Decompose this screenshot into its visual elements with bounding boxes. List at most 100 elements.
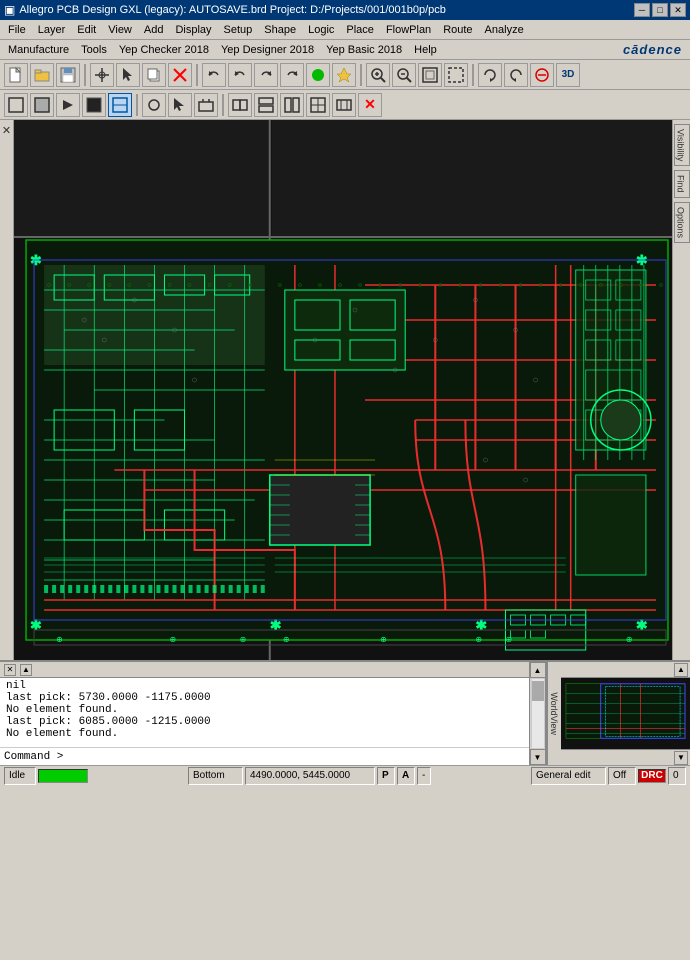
toolbar2-sep-2 [222, 94, 224, 116]
zoom-in-button[interactable] [366, 63, 390, 87]
tb2-btn8[interactable] [194, 93, 218, 117]
left-panel-x: ✕ [2, 124, 11, 137]
menu-setup[interactable]: Setup [218, 20, 259, 40]
refresh-button[interactable] [478, 63, 502, 87]
console-line-2: last pick: 5730.0000 -1175.0000 [6, 692, 523, 704]
tb2-close-btn[interactable]: ✕ [358, 93, 382, 117]
console-up-arrow[interactable]: ▲ [20, 664, 32, 676]
tb2-btn9[interactable] [228, 93, 252, 117]
toolbar-sep-4 [472, 64, 474, 86]
stop-button[interactable] [530, 63, 554, 87]
toolbar2-sep-1 [136, 94, 138, 116]
title-bar-controls[interactable]: ─ □ ✕ [634, 3, 686, 17]
redo2-button[interactable] [280, 63, 304, 87]
menu-file[interactable]: File [2, 20, 32, 40]
world-view-label: WorldView [547, 662, 561, 765]
tb2-btn6[interactable] [142, 93, 166, 117]
console-content[interactable]: nil last pick: 5730.0000 -1175.0000 No e… [0, 678, 529, 747]
console-line-1: nil [6, 680, 523, 692]
title-bar: ▣ Allegro PCB Design GXL (legacy): AUTOS… [0, 0, 690, 20]
drc-indicator: DRC [638, 769, 666, 783]
world-view-panel: WorldView ▲ [545, 662, 690, 765]
undo-button[interactable] [202, 63, 226, 87]
open-button[interactable] [30, 63, 54, 87]
console-scroll-up[interactable]: ▲ [530, 662, 546, 678]
right-panel: Visibility Find Options [672, 120, 690, 660]
highlight-button[interactable] [332, 63, 356, 87]
command-input[interactable] [67, 751, 525, 763]
world-view-scroll-down[interactable]: ▼ [674, 751, 688, 765]
zoom-fit-button[interactable] [418, 63, 442, 87]
pcb-canvas[interactable]: ✱ ✱ ✱ ✱ ✱ ✱ [14, 120, 672, 660]
pointer-button[interactable] [116, 63, 140, 87]
console-scroll-down[interactable]: ▼ [530, 749, 546, 765]
status-green-indicator [38, 769, 88, 783]
menu-manufacture[interactable]: Manufacture [2, 40, 75, 60]
a-button[interactable]: A [397, 767, 415, 785]
refresh2-button[interactable] [504, 63, 528, 87]
menu-yep-designer[interactable]: Yep Designer 2018 [215, 40, 320, 60]
pcb-svg: ✱ ✱ ✱ ✱ ✱ ✱ [14, 120, 672, 660]
menu-logic[interactable]: Logic [302, 20, 340, 40]
drc-count: 0 [668, 767, 686, 785]
tb2-btn12[interactable] [306, 93, 330, 117]
coordinates-indicator: 4490.0000, 5445.0000 [245, 767, 375, 785]
menu-display[interactable]: Display [169, 20, 217, 40]
find-panel-btn[interactable]: Find [674, 170, 690, 198]
redo-button[interactable] [254, 63, 278, 87]
world-view-scroll-up[interactable]: ▲ [674, 663, 688, 677]
svg-text:⊕: ⊕ [169, 635, 176, 644]
menu-shape[interactable]: Shape [258, 20, 302, 40]
toolbar-1: 3D [0, 60, 690, 90]
tb2-btn10[interactable] [254, 93, 278, 117]
status-bar: Idle Bottom 4490.0000, 5445.0000 P A - G… [0, 765, 690, 785]
zoom-select-button[interactable] [444, 63, 468, 87]
visibility-panel-btn[interactable]: Visibility [674, 124, 690, 166]
ratsnest-button[interactable] [306, 63, 330, 87]
tb2-btn2[interactable] [30, 93, 54, 117]
maximize-button[interactable]: □ [652, 3, 668, 17]
window-title: Allegro PCB Design GXL (legacy): AUTOSAV… [19, 4, 446, 16]
snap-button[interactable] [90, 63, 114, 87]
menu-layer[interactable]: Layer [32, 20, 72, 40]
svg-text:⊕: ⊕ [475, 635, 482, 644]
menu-flowplan[interactable]: FlowPlan [380, 20, 437, 40]
console-line-5: No element found. [6, 728, 523, 740]
tb2-btn13[interactable] [332, 93, 356, 117]
toolbar-2: ✕ [0, 90, 690, 120]
tb2-btn3[interactable] [56, 93, 80, 117]
tb2-btn7[interactable] [168, 93, 192, 117]
zoom-out-button[interactable] [392, 63, 416, 87]
menu-help[interactable]: Help [408, 40, 443, 60]
tb2-btn5[interactable] [108, 93, 132, 117]
world-view-canvas [561, 678, 690, 749]
delete-button[interactable] [168, 63, 192, 87]
save-button[interactable] [56, 63, 80, 87]
minimize-button[interactable]: ─ [634, 3, 650, 17]
undo2-button[interactable] [228, 63, 252, 87]
menu-add[interactable]: Add [138, 20, 170, 40]
svg-text:⊕: ⊕ [56, 635, 63, 644]
menu-analyze[interactable]: Analyze [479, 20, 530, 40]
menu-edit[interactable]: Edit [71, 20, 102, 40]
copy-button[interactable] [142, 63, 166, 87]
menu-yep-basic[interactable]: Yep Basic 2018 [320, 40, 408, 60]
menu-bar-1: File Layer Edit View Add Display Setup S… [0, 20, 690, 40]
tb2-btn4[interactable] [82, 93, 106, 117]
status-dash: - [417, 767, 431, 785]
p-button[interactable]: P [377, 767, 395, 785]
close-button[interactable]: ✕ [670, 3, 686, 17]
console-scroll-track [531, 678, 545, 749]
3d-button[interactable]: 3D [556, 63, 580, 87]
options-panel-btn[interactable]: Options [674, 202, 690, 243]
tb2-btn11[interactable] [280, 93, 304, 117]
tb2-btn1[interactable] [4, 93, 28, 117]
console-close-btn[interactable]: ✕ [4, 664, 16, 676]
menu-route[interactable]: Route [437, 20, 478, 40]
menu-yep-checker[interactable]: Yep Checker 2018 [113, 40, 215, 60]
menu-tools[interactable]: Tools [75, 40, 113, 60]
title-bar-left: ▣ Allegro PCB Design GXL (legacy): AUTOS… [4, 3, 446, 17]
menu-view[interactable]: View [102, 20, 138, 40]
new-button[interactable] [4, 63, 28, 87]
menu-place[interactable]: Place [340, 20, 380, 40]
